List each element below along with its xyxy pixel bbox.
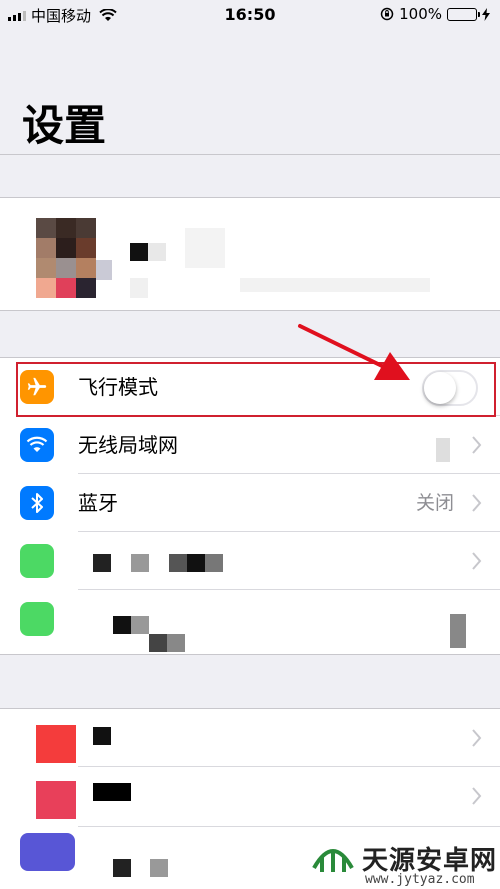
profile-name-pixel <box>185 228 225 268</box>
bluetooth-row[interactable]: 蓝牙 关闭 <box>0 474 500 532</box>
orientation-lock-icon <box>380 7 394 21</box>
status-bar: 中国移动 16:50 100% <box>0 0 500 30</box>
label-pixel <box>131 616 149 634</box>
section-divider <box>0 654 500 655</box>
app-icon <box>20 602 54 636</box>
avatar <box>36 218 96 298</box>
label-pixel <box>131 554 149 572</box>
label-pixel <box>450 614 466 648</box>
label-pixel <box>93 554 111 572</box>
profile-name-pixel <box>130 243 148 261</box>
app-icon <box>36 781 76 819</box>
label-pixel <box>150 859 168 877</box>
battery-percent: 100% <box>399 5 442 23</box>
pointer-arrow-icon <box>298 324 410 380</box>
label-pixel <box>93 727 111 745</box>
label-pixel <box>187 554 205 572</box>
obscured-setting-row[interactable] <box>0 767 500 827</box>
wifi-icon <box>20 428 54 462</box>
obscured-setting-row[interactable] <box>0 709 500 767</box>
bluetooth-label: 蓝牙 <box>78 491 118 515</box>
label-pixel <box>167 634 185 652</box>
label-pixel <box>205 554 223 572</box>
label-pixel <box>169 554 187 572</box>
app-icon <box>36 725 76 763</box>
obscured-setting-row[interactable] <box>0 532 500 590</box>
apple-id-profile[interactable] <box>0 198 500 310</box>
app-icon <box>20 544 54 578</box>
chevron-right-icon <box>472 552 482 570</box>
label-pixel <box>113 859 131 877</box>
profile-sub-pixel <box>240 278 430 292</box>
app-icon <box>20 833 75 871</box>
watermark: 天源安卓网 www.jytyaz.com <box>310 838 498 887</box>
highlight-box <box>16 362 496 417</box>
profile-sub-pixel <box>130 278 148 298</box>
page-title: 设置 <box>22 101 107 150</box>
section-divider <box>0 310 500 311</box>
label-pixel <box>93 783 131 801</box>
watermark-url: www.jytyaz.com <box>365 872 475 887</box>
wifi-row[interactable]: 无线局域网 <box>0 416 500 474</box>
chevron-right-icon <box>472 494 482 512</box>
chevron-right-icon <box>472 436 482 454</box>
header-divider <box>0 154 500 155</box>
label-pixel <box>149 634 167 652</box>
battery-icon <box>447 7 480 21</box>
label-pixel <box>113 616 131 634</box>
avatar-pixel <box>96 260 112 280</box>
wifi-value-pixel <box>436 438 450 462</box>
wifi-label: 无线局域网 <box>78 433 178 457</box>
watermark-logo-icon <box>312 849 354 872</box>
watermark-title: 天源安卓网 <box>362 845 498 876</box>
bluetooth-status: 关闭 <box>415 492 454 514</box>
chevron-right-icon <box>472 787 482 805</box>
chevron-right-icon <box>472 729 482 747</box>
status-right: 100% <box>380 5 490 23</box>
bluetooth-icon <box>20 486 54 520</box>
obscured-setting-row[interactable] <box>0 590 500 654</box>
profile-name-pixel <box>148 243 166 261</box>
charging-icon <box>482 7 490 21</box>
